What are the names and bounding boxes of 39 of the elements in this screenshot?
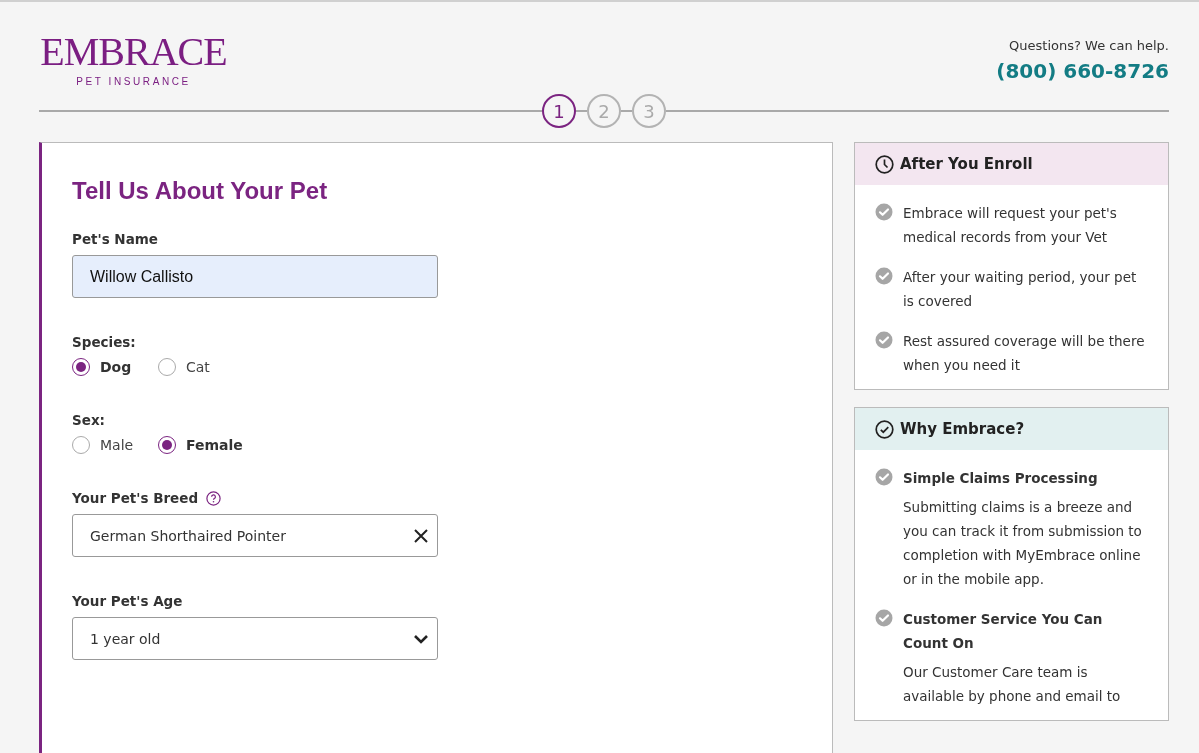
benefit-title: Simple Claims Processing <box>903 469 1099 488</box>
step-indicator: 1 <box>542 94 576 128</box>
help-icon[interactable] <box>206 490 222 506</box>
close-icon[interactable] <box>413 527 429 544</box>
field-label: Your Pet's Breed <box>72 490 199 506</box>
phone-link[interactable]: (800) 660-8726 <box>996 59 1169 83</box>
field-label: Pet's Name <box>72 231 158 247</box>
step-indicator: 3 <box>632 94 666 128</box>
benefit-text: Embrace will request your pet's medical records from your Vet <box>903 204 1118 247</box>
form-title: Tell Us About Your Pet <box>72 177 329 205</box>
radio-label[interactable]: Female <box>186 437 243 453</box>
breed-input[interactable]: German Shorthaired Pointer <box>72 514 438 557</box>
field-label: Sex: <box>72 412 105 428</box>
radio-label[interactable]: Cat <box>186 359 210 375</box>
benefit-text: After your waiting period, your pet is covered <box>903 268 1138 311</box>
check-circle-icon <box>875 609 893 627</box>
field-label: Your Pet's Age <box>72 593 183 609</box>
check-circle-icon <box>875 468 893 486</box>
check-circle-icon <box>875 419 894 439</box>
card-title: Why Embrace? <box>900 420 1025 438</box>
clock-icon <box>875 154 894 174</box>
radio-label[interactable]: Dog <box>100 359 132 375</box>
name-input[interactable]: Willow Callisto <box>72 255 438 298</box>
chevron-down-icon <box>413 632 429 645</box>
check-circle-icon <box>875 331 893 349</box>
logo-tagline: PET INSURANCE <box>76 76 191 87</box>
logo-wordmark[interactable]: EMBRACE <box>40 32 227 72</box>
benefit-text: Submitting claims is a breeze and you can track it from submission to completion with MyEmbrace online or in the mobile app. <box>903 498 1143 589</box>
check-circle-icon <box>875 267 893 285</box>
help-text: Questions? We can help. <box>1009 38 1169 53</box>
check-circle-icon <box>875 203 893 221</box>
radio-label[interactable]: Male <box>100 437 134 453</box>
field-label: Species: <box>72 334 136 350</box>
card-title: After You Enroll <box>900 155 1033 173</box>
benefit-text: Rest assured coverage will be there when you need it <box>903 332 1146 375</box>
benefit-title: Customer Service You Can Count On <box>903 610 1104 653</box>
benefit-text: Our Customer Care team is available by phone and email to <box>903 663 1122 706</box>
age-select[interactable]: 1 year old <box>72 617 438 660</box>
step-indicator: 2 <box>587 94 621 128</box>
